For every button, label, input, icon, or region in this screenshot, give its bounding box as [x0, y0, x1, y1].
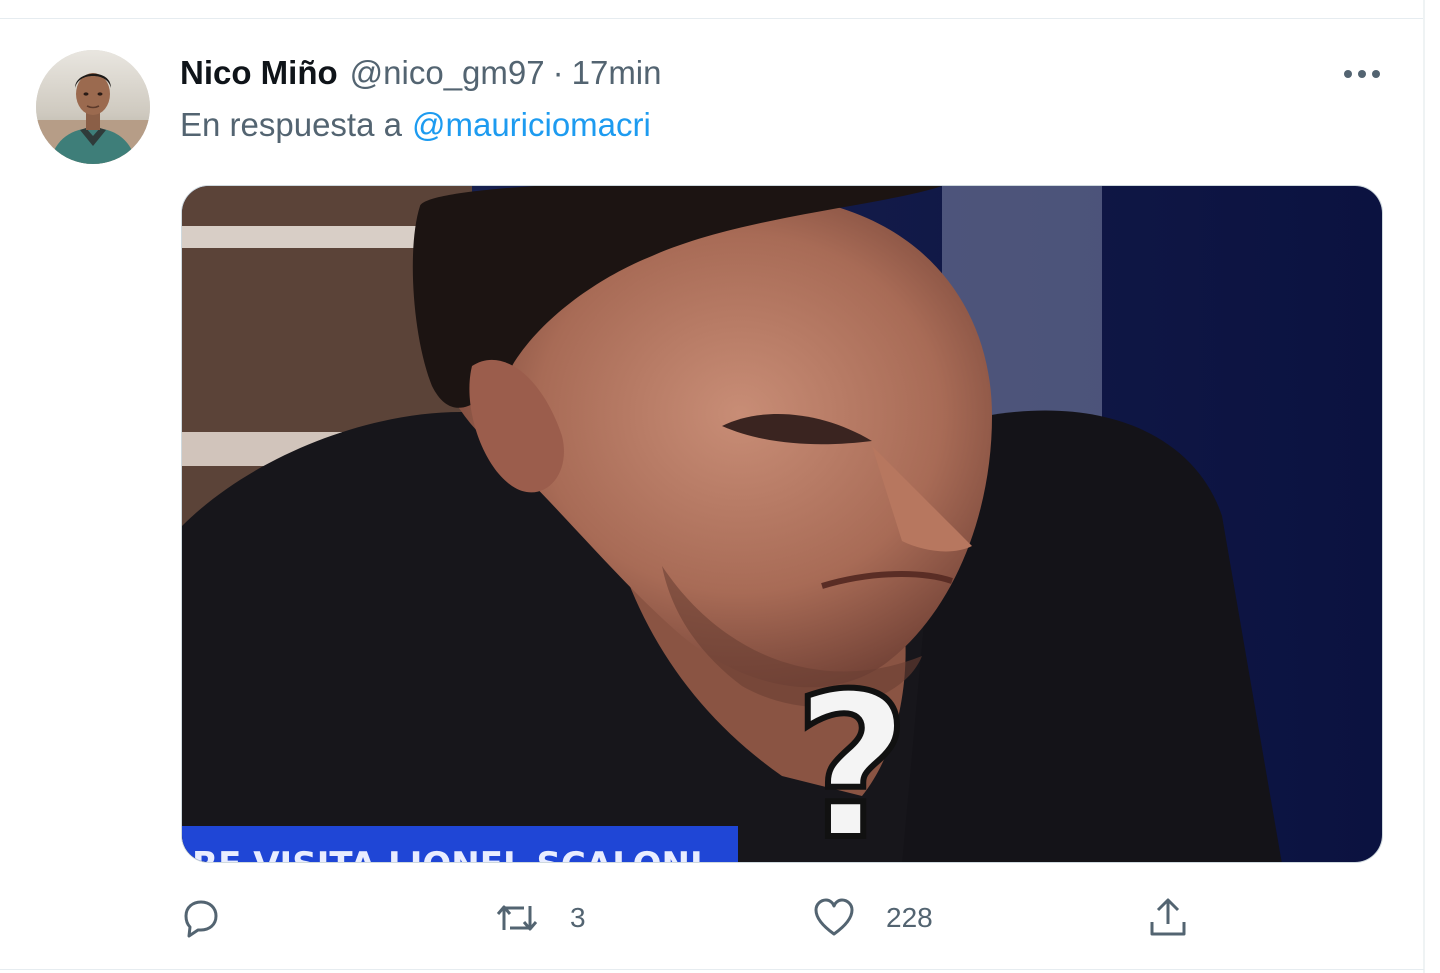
header-separator: · [552, 54, 564, 91]
top-divider [0, 18, 1424, 19]
retweet-icon [496, 905, 538, 931]
bottom-divider [0, 969, 1424, 970]
tweet-timestamp[interactable]: 17min [572, 54, 662, 92]
more-options-button[interactable] [1336, 56, 1388, 92]
media-caption-banner: RE VISITA LIONEL SCALONI [192, 845, 703, 863]
reply-prefix: En respuesta a [180, 106, 402, 143]
tweet-header: Nico Miño @nico_gm97 · 17min [180, 54, 662, 98]
share-button[interactable] [1144, 893, 1222, 943]
like-button[interactable]: 228 [812, 893, 933, 943]
like-count: 228 [886, 902, 933, 933]
media-photo: ? RE VISITA LIONEL SCALONI [182, 186, 1382, 863]
tweet-frame: Nico Miño @nico_gm97 · 17min En respuest… [0, 0, 1440, 973]
right-divider [1423, 0, 1425, 973]
heart-icon [814, 898, 854, 936]
avatar[interactable] [36, 50, 150, 164]
reply-mention-link[interactable]: @mauriciomacri [412, 106, 651, 143]
more-horizontal-icon [1344, 70, 1380, 78]
retweet-count: 3 [570, 902, 586, 933]
author-display-name[interactable]: Nico Miño [180, 54, 338, 92]
retweet-button[interactable]: 3 [494, 893, 586, 943]
reply-bubble-icon [184, 900, 218, 938]
reply-button[interactable] [178, 893, 252, 943]
user-avatar-photo-icon [36, 50, 150, 164]
reply-context: En respuesta a @mauriciomacri [180, 106, 651, 144]
share-upload-icon [1150, 898, 1186, 936]
author-handle[interactable]: @nico_gm97 [350, 54, 545, 92]
tweet-media-image[interactable]: ? RE VISITA LIONEL SCALONI [181, 185, 1383, 863]
media-overlay-question-mark: ? [794, 651, 910, 863]
